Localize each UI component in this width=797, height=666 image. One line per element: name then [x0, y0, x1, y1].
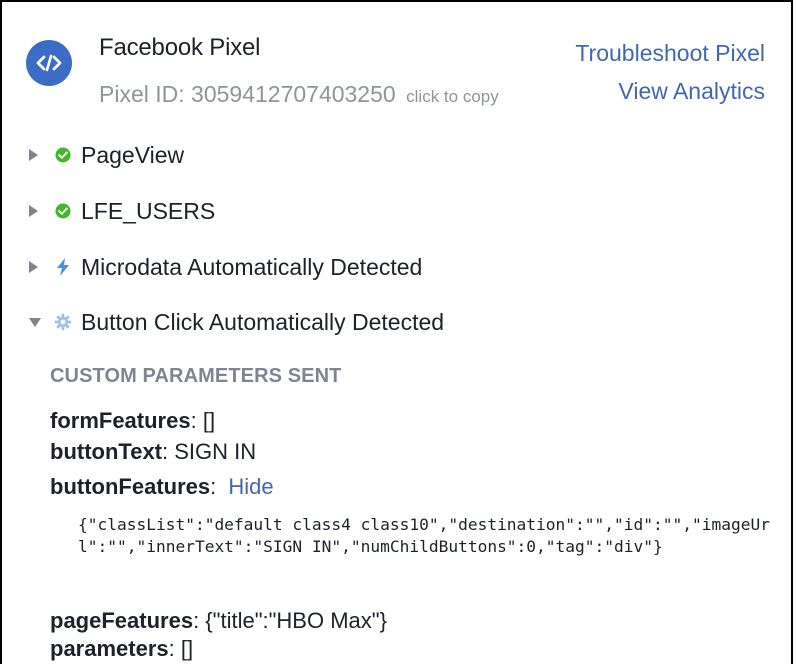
event-row-button-click[interactable]: Button Click Automatically Detected — [28, 305, 444, 339]
view-analytics-link[interactable]: View Analytics — [618, 78, 765, 105]
param-value: {"title":"HBO Max"} — [205, 608, 387, 633]
param-page-features: pageFeatures: {"title":"HBO Max"} — [50, 608, 387, 633]
pixel-id: Pixel ID: 3059412707403250 — [99, 81, 396, 107]
lightning-icon — [54, 258, 72, 276]
event-label: Microdata Automatically Detected — [81, 253, 423, 280]
expand-arrow-icon[interactable] — [28, 148, 46, 162]
pixel-helper-panel: Facebook Pixel Pixel ID: 305941270740325… — [0, 0, 793, 664]
pixel-logo — [26, 40, 72, 86]
hide-button-features-link[interactable]: Hide — [228, 474, 273, 499]
param-button-features: buttonFeatures: Hide — [50, 474, 274, 499]
param-value: SIGN IN — [174, 439, 257, 464]
param-key: buttonFeatures — [50, 474, 211, 499]
param-form-features: formFeatures: [] — [50, 408, 216, 433]
pixel-title: Facebook Pixel — [99, 34, 261, 61]
param-key: buttonText — [50, 439, 163, 464]
expand-arrow-icon[interactable] — [28, 204, 46, 218]
gear-icon — [54, 313, 72, 331]
collapse-arrow-icon[interactable] — [28, 317, 46, 328]
param-value: [] — [180, 636, 194, 661]
param-key: pageFeatures — [50, 608, 194, 633]
pixel-id-row: Pixel ID: 3059412707403250 click to copy — [99, 81, 499, 108]
button-features-json: {"classList":"default class4 class10","d… — [78, 515, 770, 556]
param-value: [] — [202, 408, 216, 433]
param-key: formFeatures — [50, 408, 191, 433]
event-label: Button Click Automatically Detected — [81, 308, 445, 335]
param-parameters: parameters: [] — [50, 636, 194, 661]
green-check-icon — [54, 202, 72, 220]
troubleshoot-pixel-link[interactable]: Troubleshoot Pixel — [575, 40, 765, 67]
event-label: PageView — [81, 141, 185, 168]
event-label: LFE_USERS — [81, 197, 216, 224]
code-brackets-icon — [36, 54, 62, 72]
expand-arrow-icon[interactable] — [28, 260, 46, 274]
custom-parameters-heading: CUSTOM PARAMETERS SENT — [50, 365, 342, 387]
event-row-lfe-users[interactable]: LFE_USERS — [28, 194, 215, 228]
green-check-icon — [54, 146, 72, 164]
event-row-microdata[interactable]: Microdata Automatically Detected — [28, 250, 422, 284]
param-button-text: buttonText: SIGN IN — [50, 439, 257, 464]
param-key: parameters — [50, 636, 169, 661]
copy-pixel-id-button[interactable]: click to copy — [406, 87, 499, 106]
event-row-pageview[interactable]: PageView — [28, 138, 184, 172]
